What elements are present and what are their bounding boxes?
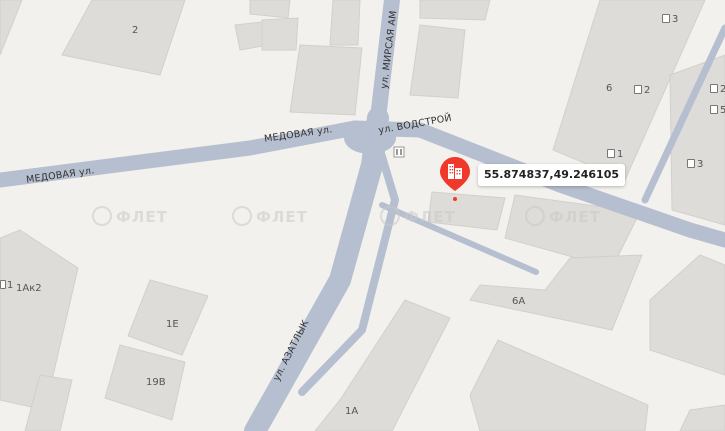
building <box>249 0 291 19</box>
entrance-icon: 5 <box>710 105 725 116</box>
building-number: 1Е <box>166 319 179 330</box>
building <box>329 0 361 46</box>
building-number: 6 <box>606 83 613 94</box>
location-pin-icon[interactable] <box>440 157 470 201</box>
watermark: ФЛЕТ <box>92 206 168 226</box>
watermark: ФЛЕТ <box>380 206 456 226</box>
entrance-icon: 2 <box>634 85 650 96</box>
building <box>469 254 643 331</box>
building <box>409 24 466 99</box>
building <box>289 44 363 116</box>
building-number: 2 <box>132 25 139 36</box>
building <box>127 279 209 356</box>
building <box>61 0 186 76</box>
building <box>314 299 451 431</box>
entrance-icon: 2 <box>710 84 725 95</box>
building <box>679 404 725 431</box>
entrance-icon: 3 <box>662 14 678 25</box>
watermark: ФЛЕТ <box>232 206 308 226</box>
entrance-icon: 1 <box>607 149 623 160</box>
entrance-icon: 1 <box>0 280 13 291</box>
building <box>261 17 299 51</box>
stop-icon <box>393 146 405 158</box>
entrance-icon: 3 <box>687 159 703 170</box>
watermark: ФЛЕТ <box>525 206 601 226</box>
coordinates-label: 55.874837,49.246105 <box>478 164 625 186</box>
building <box>104 344 186 421</box>
map-canvas[interactable]: ФЛЕТ ФЛЕТ ФЛЕТ ФЛЕТ МЕДОВАЯ ул. МЕДОВАЯ … <box>0 0 725 431</box>
building-number: 6А <box>512 296 526 307</box>
building <box>649 254 725 376</box>
building-number: 1Ак2 <box>16 283 42 294</box>
building-number: 1А <box>345 406 359 417</box>
building-number: 19В <box>146 377 166 388</box>
building <box>419 0 491 21</box>
building <box>469 339 649 431</box>
building <box>0 0 23 56</box>
